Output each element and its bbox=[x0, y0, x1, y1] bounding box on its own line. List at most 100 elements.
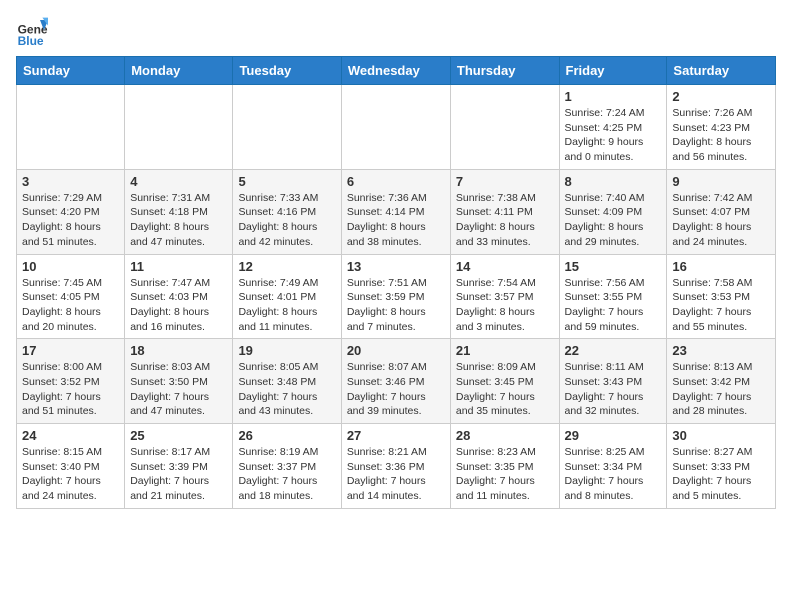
day-number: 18 bbox=[130, 343, 227, 358]
day-number: 29 bbox=[565, 428, 662, 443]
day-number: 14 bbox=[456, 259, 554, 274]
calendar-cell: 5 Sunrise: 7:33 AMSunset: 4:16 PMDaylight… bbox=[233, 169, 341, 254]
day-number: 11 bbox=[130, 259, 227, 274]
calendar-cell: 28Sunrise: 8:23 AMSunset: 3:35 PMDayligh… bbox=[450, 424, 559, 509]
calendar-cell: 9Sunrise: 7:42 AMSunset: 4:07 PMDaylight… bbox=[667, 169, 776, 254]
day-header-sunday: Sunday bbox=[17, 57, 125, 85]
day-info: Sunrise: 7:56 AMSunset: 3:55 PMDaylight:… bbox=[565, 276, 662, 335]
calendar-cell: 15 Sunrise: 7:56 AMSunset: 3:55 PMDayligh… bbox=[559, 254, 667, 339]
calendar-week-row: 3 Sunrise: 7:29 AMSunset: 4:20 PMDaylight… bbox=[17, 169, 776, 254]
calendar-cell: 8 Sunrise: 7:40 AMSunset: 4:09 PMDaylight… bbox=[559, 169, 667, 254]
day-number: 4 bbox=[130, 174, 227, 189]
calendar-cell: 23 Sunrise: 8:13 AMSunset: 3:42 PMDayligh… bbox=[667, 339, 776, 424]
day-number: 26 bbox=[238, 428, 335, 443]
calendar-cell: 27Sunrise: 8:21 AMSunset: 3:36 PMDayligh… bbox=[341, 424, 450, 509]
calendar-cell: 26 Sunrise: 8:19 AMSunset: 3:37 PMDayligh… bbox=[233, 424, 341, 509]
day-number: 27 bbox=[347, 428, 445, 443]
day-header-tuesday: Tuesday bbox=[233, 57, 341, 85]
day-number: 28 bbox=[456, 428, 554, 443]
day-number: 10 bbox=[22, 259, 119, 274]
calendar-header-row: SundayMondayTuesdayWednesdayThursdayFrid… bbox=[17, 57, 776, 85]
calendar-cell: 3 Sunrise: 7:29 AMSunset: 4:20 PMDaylight… bbox=[17, 169, 125, 254]
calendar-cell: 16 Sunrise: 7:58 AMSunset: 3:53 PMDayligh… bbox=[667, 254, 776, 339]
calendar-cell bbox=[233, 85, 341, 170]
day-info: Sunrise: 7:45 AMSunset: 4:05 PMDaylight:… bbox=[22, 276, 119, 335]
calendar-cell: 21Sunrise: 8:09 AMSunset: 3:45 PMDayligh… bbox=[450, 339, 559, 424]
calendar-week-row: 1 Sunrise: 7:24 AMSunset: 4:25 PMDaylight… bbox=[17, 85, 776, 170]
day-number: 2 bbox=[672, 89, 770, 104]
day-info: Sunrise: 7:54 AMSunset: 3:57 PMDaylight:… bbox=[456, 276, 554, 335]
day-number: 5 bbox=[238, 174, 335, 189]
day-info: Sunrise: 8:27 AMSunset: 3:33 PMDaylight:… bbox=[672, 445, 770, 504]
calendar-week-row: 10 Sunrise: 7:45 AMSunset: 4:05 PMDayligh… bbox=[17, 254, 776, 339]
calendar-cell bbox=[450, 85, 559, 170]
day-number: 7 bbox=[456, 174, 554, 189]
calendar-cell bbox=[17, 85, 125, 170]
svg-text:Blue: Blue bbox=[18, 34, 44, 48]
logo-icon: General Blue bbox=[16, 16, 48, 48]
calendar-cell: 12 Sunrise: 7:49 AMSunset: 4:01 PMDayligh… bbox=[233, 254, 341, 339]
day-info: Sunrise: 7:51 AMSunset: 3:59 PMDaylight:… bbox=[347, 276, 445, 335]
day-info: Sunrise: 7:38 AMSunset: 4:11 PMDaylight:… bbox=[456, 191, 554, 250]
day-info: Sunrise: 7:29 AMSunset: 4:20 PMDaylight:… bbox=[22, 191, 119, 250]
day-header-saturday: Saturday bbox=[667, 57, 776, 85]
calendar-cell: 25 Sunrise: 8:17 AMSunset: 3:39 PMDayligh… bbox=[125, 424, 233, 509]
calendar-cell: 2 Sunrise: 7:26 AMSunset: 4:23 PMDaylight… bbox=[667, 85, 776, 170]
day-number: 24 bbox=[22, 428, 119, 443]
day-info: Sunrise: 7:42 AMSunset: 4:07 PMDaylight:… bbox=[672, 191, 770, 250]
calendar-cell: 18Sunrise: 8:03 AMSunset: 3:50 PMDayligh… bbox=[125, 339, 233, 424]
day-info: Sunrise: 7:47 AMSunset: 4:03 PMDaylight:… bbox=[130, 276, 227, 335]
calendar-cell: 4 Sunrise: 7:31 AMSunset: 4:18 PMDaylight… bbox=[125, 169, 233, 254]
calendar-cell: 14 Sunrise: 7:54 AMSunset: 3:57 PMDayligh… bbox=[450, 254, 559, 339]
calendar-cell: 24 Sunrise: 8:15 AMSunset: 3:40 PMDayligh… bbox=[17, 424, 125, 509]
day-number: 23 bbox=[672, 343, 770, 358]
day-info: Sunrise: 8:07 AMSunset: 3:46 PMDaylight:… bbox=[347, 360, 445, 419]
day-info: Sunrise: 7:33 AMSunset: 4:16 PMDaylight:… bbox=[238, 191, 335, 250]
calendar-cell: 1 Sunrise: 7:24 AMSunset: 4:25 PMDaylight… bbox=[559, 85, 667, 170]
logo: General Blue bbox=[16, 16, 48, 48]
day-number: 22 bbox=[565, 343, 662, 358]
day-info: Sunrise: 7:49 AMSunset: 4:01 PMDaylight:… bbox=[238, 276, 335, 335]
day-number: 6 bbox=[347, 174, 445, 189]
calendar-cell bbox=[341, 85, 450, 170]
calendar-cell: 11 Sunrise: 7:47 AMSunset: 4:03 PMDayligh… bbox=[125, 254, 233, 339]
day-info: Sunrise: 7:58 AMSunset: 3:53 PMDaylight:… bbox=[672, 276, 770, 335]
day-info: Sunrise: 8:19 AMSunset: 3:37 PMDaylight:… bbox=[238, 445, 335, 504]
day-number: 12 bbox=[238, 259, 335, 274]
day-info: Sunrise: 8:17 AMSunset: 3:39 PMDaylight:… bbox=[130, 445, 227, 504]
day-info: Sunrise: 8:00 AMSunset: 3:52 PMDaylight:… bbox=[22, 360, 119, 419]
calendar-cell: 22 Sunrise: 8:11 AMSunset: 3:43 PMDayligh… bbox=[559, 339, 667, 424]
calendar-week-row: 17Sunrise: 8:00 AMSunset: 3:52 PMDayligh… bbox=[17, 339, 776, 424]
calendar-cell bbox=[125, 85, 233, 170]
day-header-friday: Friday bbox=[559, 57, 667, 85]
day-number: 15 bbox=[565, 259, 662, 274]
day-info: Sunrise: 7:26 AMSunset: 4:23 PMDaylight:… bbox=[672, 106, 770, 165]
day-info: Sunrise: 7:40 AMSunset: 4:09 PMDaylight:… bbox=[565, 191, 662, 250]
day-info: Sunrise: 8:05 AMSunset: 3:48 PMDaylight:… bbox=[238, 360, 335, 419]
calendar-cell: 17Sunrise: 8:00 AMSunset: 3:52 PMDayligh… bbox=[17, 339, 125, 424]
day-info: Sunrise: 7:24 AMSunset: 4:25 PMDaylight:… bbox=[565, 106, 662, 165]
calendar-week-row: 24 Sunrise: 8:15 AMSunset: 3:40 PMDayligh… bbox=[17, 424, 776, 509]
day-number: 20 bbox=[347, 343, 445, 358]
day-info: Sunrise: 8:15 AMSunset: 3:40 PMDaylight:… bbox=[22, 445, 119, 504]
day-number: 13 bbox=[347, 259, 445, 274]
calendar-cell: 20 Sunrise: 8:07 AMSunset: 3:46 PMDayligh… bbox=[341, 339, 450, 424]
day-info: Sunrise: 8:11 AMSunset: 3:43 PMDaylight:… bbox=[565, 360, 662, 419]
calendar-cell: 10 Sunrise: 7:45 AMSunset: 4:05 PMDayligh… bbox=[17, 254, 125, 339]
calendar-cell: 6Sunrise: 7:36 AMSunset: 4:14 PMDaylight… bbox=[341, 169, 450, 254]
day-number: 1 bbox=[565, 89, 662, 104]
day-number: 16 bbox=[672, 259, 770, 274]
day-info: Sunrise: 8:13 AMSunset: 3:42 PMDaylight:… bbox=[672, 360, 770, 419]
day-header-thursday: Thursday bbox=[450, 57, 559, 85]
calendar-table: SundayMondayTuesdayWednesdayThursdayFrid… bbox=[16, 56, 776, 509]
day-number: 25 bbox=[130, 428, 227, 443]
calendar-cell: 19 Sunrise: 8:05 AMSunset: 3:48 PMDayligh… bbox=[233, 339, 341, 424]
day-number: 19 bbox=[238, 343, 335, 358]
day-header-monday: Monday bbox=[125, 57, 233, 85]
day-info: Sunrise: 8:25 AMSunset: 3:34 PMDaylight:… bbox=[565, 445, 662, 504]
day-number: 3 bbox=[22, 174, 119, 189]
day-info: Sunrise: 7:31 AMSunset: 4:18 PMDaylight:… bbox=[130, 191, 227, 250]
day-number: 8 bbox=[565, 174, 662, 189]
day-number: 21 bbox=[456, 343, 554, 358]
day-header-wednesday: Wednesday bbox=[341, 57, 450, 85]
